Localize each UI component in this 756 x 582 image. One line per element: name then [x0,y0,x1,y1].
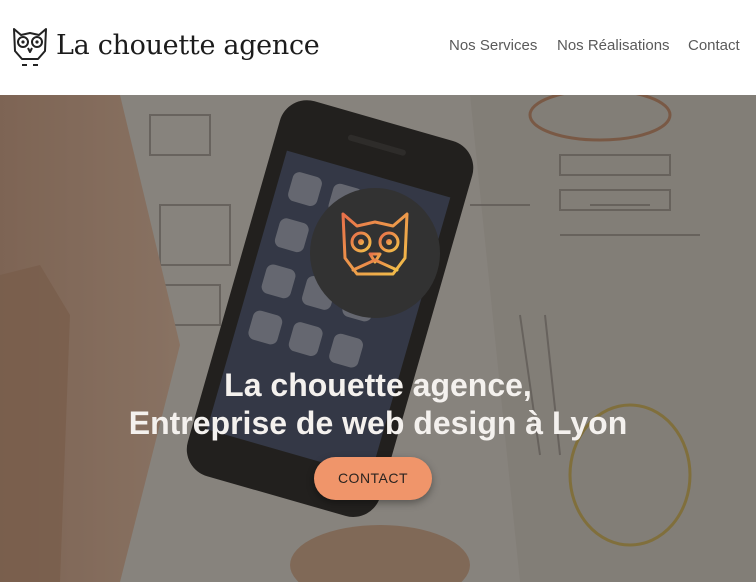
contact-button[interactable]: CONTACT [314,457,432,500]
nav-link-contact[interactable]: Contact [688,37,740,54]
site-header: La chouette agence Nos Services Nos Réal… [0,0,756,95]
hero-owl-badge [310,188,440,318]
owl-icon [341,212,409,292]
nav-link-realisations[interactable]: Nos Réalisations [557,37,670,54]
hero-title: La chouette agence, Entreprise de web de… [0,366,756,442]
hero-title-line-1: La chouette agence, [224,367,532,404]
hero-section: La chouette agence, Entreprise de web de… [0,95,756,582]
hero-title-line-2: Entreprise de web design à Lyon [128,405,628,442]
hero-overlay [0,95,756,582]
main-nav: Nos Services Nos Réalisations Contact [0,37,756,57]
nav-link-services[interactable]: Nos Services [449,37,537,54]
